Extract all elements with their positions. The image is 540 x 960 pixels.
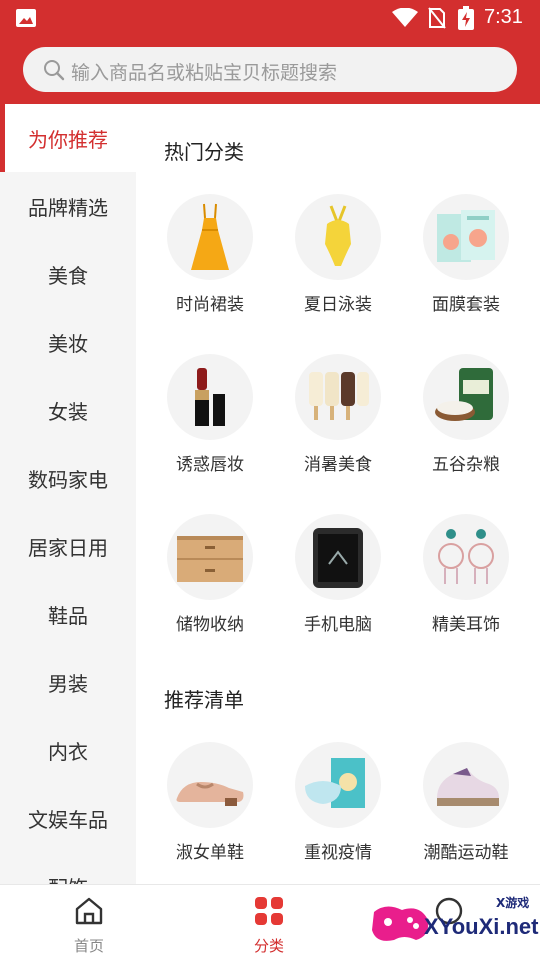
tab-home[interactable]: 首页: [44, 895, 134, 956]
tab-category[interactable]: 分类: [224, 895, 314, 956]
category-item[interactable]: 时尚裙装: [150, 194, 270, 315]
rugged-phone-icon: [295, 514, 381, 600]
battery-charging-icon: [458, 6, 474, 30]
category-item-label: 诱惑唇妆: [176, 455, 244, 475]
sneaker-icon: [423, 742, 509, 828]
sidebar-item-label: 内衣: [48, 739, 88, 764]
sidebar-item-label: 女装: [48, 399, 88, 424]
sidebar-item-label: 居家日用: [28, 535, 108, 560]
sidebar-item-label: 美食: [48, 263, 88, 288]
category-item-label: 夏日泳装: [304, 295, 372, 315]
category-item-label: 时尚裙装: [176, 295, 244, 315]
watermark-small-text: X游戏: [496, 896, 530, 910]
category-item[interactable]: 手机电脑: [278, 514, 398, 635]
sidebar-item-brands[interactable]: 品牌精选: [0, 172, 136, 240]
category-item[interactable]: 诱惑唇妆: [150, 354, 270, 475]
sidebar-item-label: 数码家电: [28, 467, 108, 492]
category-item-label: 消暑美食: [304, 455, 372, 475]
sidebar-item-label: 男装: [48, 671, 88, 696]
sidebar-item-shoes[interactable]: 鞋品: [0, 580, 136, 648]
category-sidebar: 为你推荐 品牌精选 美食 美妆 女装 数码家电 居家日用 鞋品 男装 内衣 文娱…: [0, 104, 136, 884]
ice-cream-icon: [295, 354, 381, 440]
app-header: 7:31 输入商品名或粘贴宝贝标题搜索: [0, 0, 540, 104]
earrings-icon: [423, 514, 509, 600]
sidebar-item-home[interactable]: 居家日用: [0, 512, 136, 580]
category-item[interactable]: 五谷杂粮: [406, 354, 526, 475]
category-item[interactable]: 精美耳饰: [406, 514, 526, 635]
sidebar-item-label: 鞋品: [48, 603, 88, 628]
sidebar-item-recommend[interactable]: 为你推荐: [0, 104, 136, 172]
sidebar-item-label: 品牌精选: [28, 195, 108, 220]
dress-icon: [167, 194, 253, 280]
category-item-label: 储物收纳: [176, 615, 244, 635]
category-item-label: 面膜套装: [432, 295, 500, 315]
section-title-hot: 热门分类: [164, 140, 244, 164]
category-item[interactable]: 潮酷运动鞋: [406, 742, 526, 863]
sidebar-item-label: 为你推荐: [28, 127, 108, 152]
face-mask-box-icon: [423, 194, 509, 280]
sidebar-item-underwear[interactable]: 内衣: [0, 716, 136, 784]
tab-label: 首页: [73, 937, 104, 955]
sidebar-item-womens[interactable]: 女装: [0, 376, 136, 444]
storage-drawer-icon: [167, 514, 253, 600]
tab-label: 分类: [253, 937, 284, 955]
loafer-shoe-icon: [167, 742, 253, 828]
category-item-label: 手机电脑: [304, 615, 372, 635]
sidebar-item-entertainment[interactable]: 文娱车品: [0, 784, 136, 852]
search-icon: [44, 60, 65, 81]
category-content: 热门分类 时尚裙装 夏日泳装 面膜套装 诱惑唇妆 消暑美食 五谷杂粮 储物收纳 …: [136, 104, 540, 884]
lipstick-icon: [167, 354, 253, 440]
category-item-label: 五谷杂粮: [432, 455, 500, 475]
watermark-text: XYouXi.net: [424, 914, 539, 939]
search-bar[interactable]: 输入商品名或粘贴宝贝标题搜索: [23, 47, 517, 92]
search-input[interactable]: 输入商品名或粘贴宝贝标题搜索: [71, 58, 337, 85]
rice-bag-icon: [423, 354, 509, 440]
wifi-icon: [392, 8, 418, 27]
gallery-notification-icon: [16, 9, 36, 27]
status-bar: 7:31: [0, 0, 540, 36]
category-item-label: 精美耳饰: [432, 615, 500, 635]
section-title-recommended: 推荐清单: [164, 688, 244, 712]
no-sim-icon: [428, 7, 446, 29]
sidebar-item-digital[interactable]: 数码家电: [0, 444, 136, 512]
category-item-label: 潮酷运动鞋: [423, 843, 509, 863]
category-item[interactable]: 消暑美食: [278, 354, 398, 475]
category-item[interactable]: 面膜套装: [406, 194, 526, 315]
site-watermark: X游戏 XYouXi.net: [368, 892, 539, 954]
sidebar-item-label: 配饰: [48, 872, 88, 885]
grid-icon: [255, 897, 283, 925]
category-item-label: 重视疫情: [304, 843, 372, 863]
gamepad-logo-icon: [372, 906, 429, 941]
home-icon: [75, 897, 103, 925]
category-item[interactable]: 淑女单鞋: [150, 742, 270, 863]
sidebar-item-label: 文娱车品: [28, 807, 108, 832]
sidebar-item-mens[interactable]: 男装: [0, 648, 136, 716]
sidebar-item-food[interactable]: 美食: [0, 240, 136, 308]
sidebar-item-accessories[interactable]: 配饰: [0, 852, 136, 885]
category-item-label: 淑女单鞋: [176, 843, 244, 863]
clock: 7:31: [484, 6, 523, 28]
category-item[interactable]: 夏日泳装: [278, 194, 398, 315]
category-item[interactable]: 储物收纳: [150, 514, 270, 635]
medical-mask-box-icon: [295, 742, 381, 828]
category-item[interactable]: 重视疫情: [278, 742, 398, 863]
sidebar-item-label: 美妆: [48, 331, 88, 356]
sidebar-item-beauty[interactable]: 美妆: [0, 308, 136, 376]
swimsuit-icon: [295, 194, 381, 280]
